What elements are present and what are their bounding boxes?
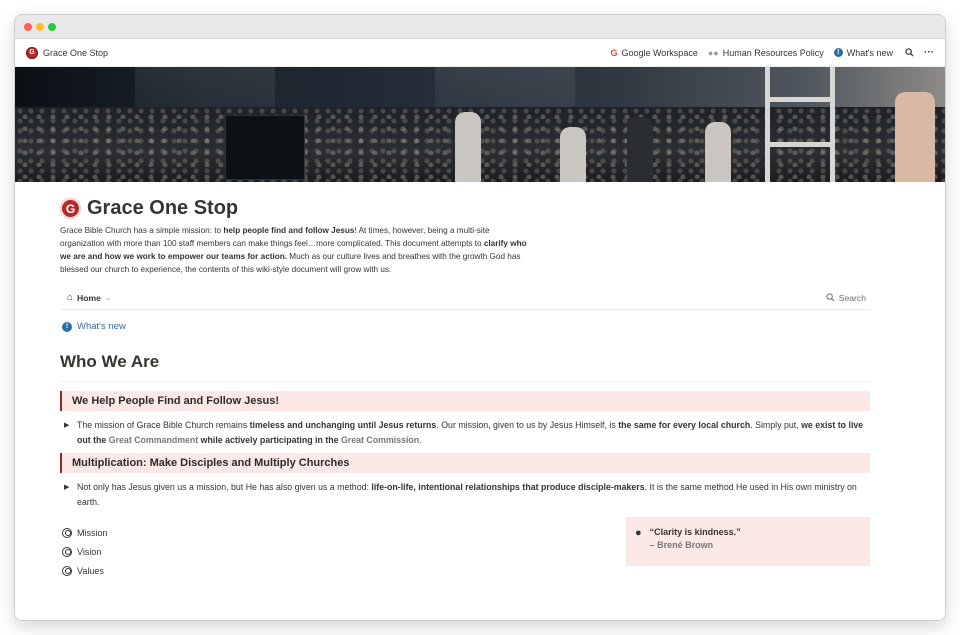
callout-heading: Multiplication: Make Disciples and Multi… <box>60 453 870 473</box>
toggle-text-part: Not only has Jesus given us a mission, b… <box>77 482 372 492</box>
toggle-block[interactable]: ▶ The mission of Grace Bible Church rema… <box>60 418 870 447</box>
chevron-down-icon[interactable]: ⌄ <box>105 293 112 302</box>
info-icon: ! <box>62 321 72 332</box>
site-brand-link[interactable]: G Grace One Stop <box>26 46 109 59</box>
cover-image <box>15 67 945 182</box>
google-workspace-label: Google Workspace <box>621 47 698 58</box>
minimize-window-button[interactable] <box>36 23 44 31</box>
site-name: Grace One Stop <box>43 47 109 58</box>
page-links-list: Mission Vision Values <box>60 523 108 580</box>
target-icon <box>62 546 72 557</box>
toggle-arrow-icon[interactable]: ▶ <box>60 418 77 447</box>
toggle-bold: while actively participating in the <box>198 434 341 445</box>
quote-callout: ● “Clarity is kindness.” – Brené Brown <box>626 517 870 566</box>
toggle-text: Not only has Jesus given us a mission, b… <box>77 480 870 509</box>
intro-text: Grace Bible Church has a simple mission:… <box>60 226 224 235</box>
home-icon: ⌂ <box>67 292 74 303</box>
whats-new-link[interactable]: ! What's new <box>60 321 870 332</box>
title-bar <box>15 15 945 39</box>
intro-bold: help people find and follow Jesus <box>223 226 355 235</box>
performer <box>627 117 653 182</box>
quote-author: – Brené Brown <box>649 540 714 550</box>
zoom-window-button[interactable] <box>48 23 56 31</box>
lighting-truss <box>765 67 835 182</box>
mission-link[interactable]: Mission <box>60 523 108 542</box>
google-icon: G <box>610 47 618 58</box>
hr-policy-link[interactable]: ●● Human Resources Policy <box>708 48 824 58</box>
callout-heading: We Help People Find and Follow Jesus! <box>60 391 870 411</box>
hr-policy-label: Human Resources Policy <box>722 47 824 58</box>
toggle-text-part: The mission of Grace Bible Church remain… <box>77 420 250 430</box>
page-title: Grace One Stop <box>87 197 239 219</box>
speaker-stack <box>225 115 305 180</box>
section-heading: Who We Are <box>60 352 870 382</box>
values-label: Values <box>77 565 104 576</box>
performer <box>560 127 586 182</box>
page-content: G Grace One Stop Grace Bible Church has … <box>60 197 870 580</box>
grace-logo-icon: G <box>26 46 38 59</box>
home-dropdown[interactable]: Home <box>77 293 101 303</box>
bottom-area: Mission Vision Values ● “Clarity is kind… <box>60 517 870 580</box>
grace-logo-icon: G <box>60 198 81 219</box>
toggle-text-part: . <box>419 434 422 445</box>
values-link[interactable]: Values <box>60 561 108 580</box>
google-workspace-link[interactable]: G Google Workspace <box>610 48 697 58</box>
performer <box>705 122 731 182</box>
toggle-bold: the same for every local church <box>618 420 751 430</box>
vision-label: Vision <box>77 546 102 557</box>
toggle-block[interactable]: ▶ Not only has Jesus given us a mission,… <box>60 480 870 509</box>
whats-new-label: What's new <box>77 321 126 332</box>
quote-text: “Clarity is kindness.” <box>649 527 741 537</box>
search-icon[interactable] <box>903 48 915 57</box>
page-search-button[interactable]: Search <box>826 293 866 303</box>
search-icon <box>826 293 835 302</box>
close-window-button[interactable] <box>24 23 32 31</box>
mission-label: Mission <box>77 527 108 538</box>
great-commandment-link[interactable]: Great Commandment <box>109 435 198 445</box>
toggle-text: The mission of Grace Bible Church remain… <box>77 418 870 447</box>
vision-link[interactable]: Vision <box>60 542 108 561</box>
whats-new-top-label: What's new <box>846 47 893 58</box>
target-icon <box>62 565 72 576</box>
site-top-bar: G Grace One Stop G Google Workspace ●● H… <box>15 39 945 67</box>
speech-bubble-icon: ● <box>635 527 642 539</box>
search-label: Search <box>838 292 866 303</box>
great-commission-link[interactable]: Great Commission <box>341 435 419 445</box>
info-icon: ! <box>833 48 843 57</box>
more-options-icon[interactable]: ··· <box>924 47 934 58</box>
target-icon <box>62 527 72 538</box>
toggle-text-part: . Our mission, given to us by Jesus Hims… <box>436 420 619 430</box>
toggle-arrow-icon[interactable]: ▶ <box>60 480 77 509</box>
toggle-bold: life-on-life, intentional relationships … <box>371 482 645 492</box>
people-icon: ●● <box>707 47 719 58</box>
whats-new-top-link[interactable]: ! What's new <box>833 47 893 58</box>
performer <box>895 92 935 182</box>
performer <box>455 112 481 182</box>
toggle-text-part: . Simply put, <box>750 420 802 430</box>
intro-paragraph: Grace Bible Church has a simple mission:… <box>60 224 530 276</box>
toggle-bold: timeless and unchanging until Jesus retu… <box>249 420 437 430</box>
page-nav-bar: ⌂ Home ⌄ Search <box>60 286 870 310</box>
page-header: G Grace One Stop <box>60 197 870 220</box>
